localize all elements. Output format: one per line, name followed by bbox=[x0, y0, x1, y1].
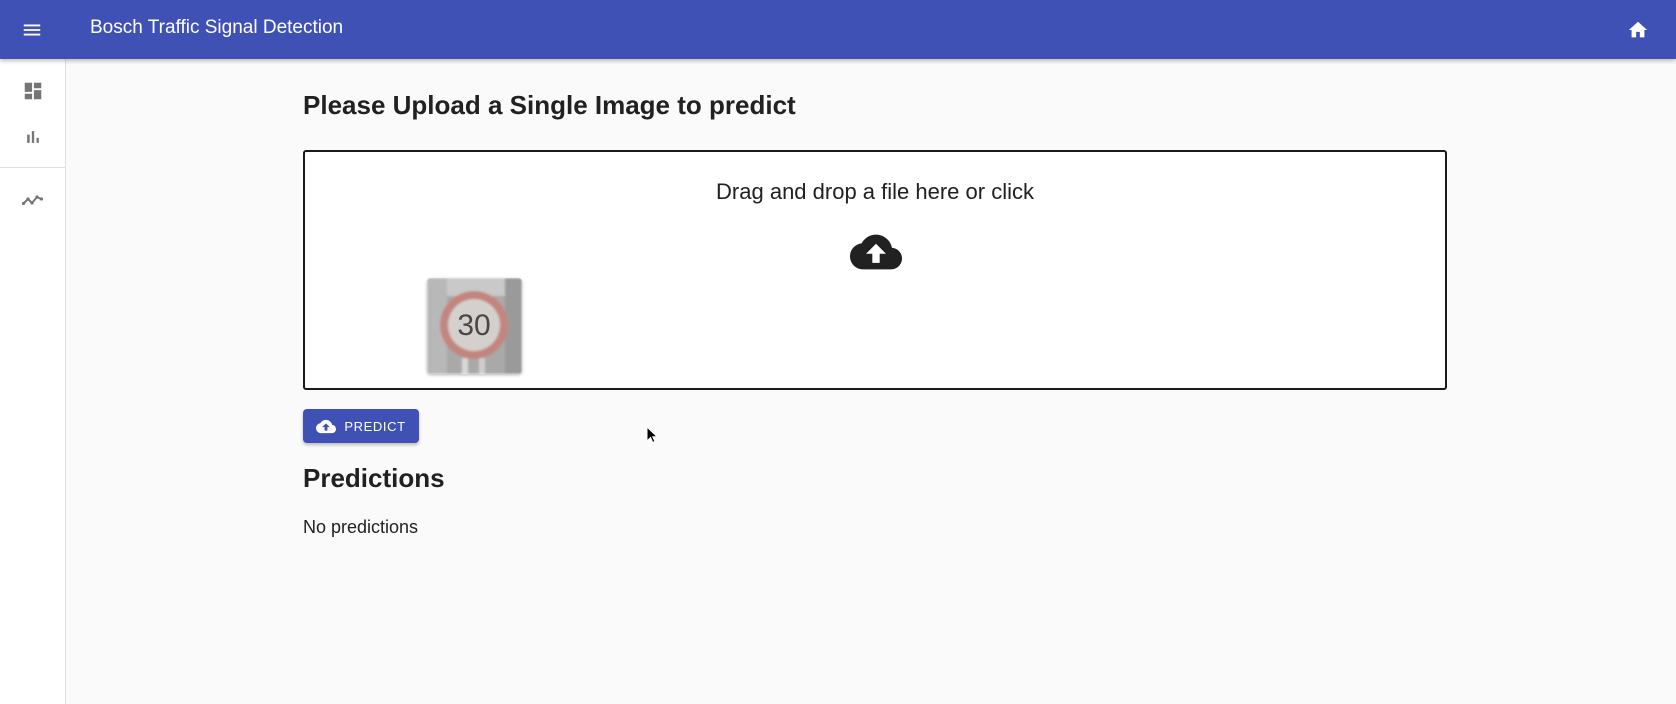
predict-button-label: PREDICT bbox=[344, 418, 406, 434]
timeline-icon bbox=[21, 195, 43, 206]
svg-text:30: 30 bbox=[457, 309, 490, 342]
file-dropzone[interactable]: Drag and drop a file here or click 30 bbox=[303, 150, 1447, 390]
predictions-empty-text: No predictions bbox=[303, 517, 419, 537]
mouse-cursor-icon bbox=[646, 426, 658, 444]
upload-heading: Please Upload a Single Image to predict bbox=[303, 90, 796, 120]
dropzone-text: Drag and drop a file here or click bbox=[716, 179, 1034, 204]
bar-chart-icon bbox=[26, 131, 39, 143]
uploaded-image-thumbnail: 30 bbox=[427, 278, 522, 374]
cloud-upload-icon bbox=[850, 234, 902, 270]
app-bar: Bosch Traffic Signal Detection bbox=[0, 0, 1676, 59]
drawer-item-dashboard[interactable] bbox=[0, 69, 65, 113]
drawer-item-timeline[interactable] bbox=[0, 177, 65, 221]
home-icon bbox=[1628, 21, 1648, 38]
drawer-divider bbox=[0, 167, 65, 168]
menu-button[interactable] bbox=[14, 12, 50, 48]
app-title: Bosch Traffic Signal Detection bbox=[90, 17, 344, 38]
side-drawer bbox=[0, 59, 66, 704]
drawer-item-bar-chart[interactable] bbox=[0, 115, 65, 159]
cloud-upload-icon bbox=[316, 419, 337, 433]
dashboard-icon bbox=[24, 82, 41, 100]
predictions-heading: Predictions bbox=[303, 463, 445, 493]
predict-button[interactable]: PREDICT bbox=[303, 409, 419, 443]
home-button[interactable] bbox=[1622, 14, 1654, 46]
menu-icon bbox=[23, 24, 41, 36]
